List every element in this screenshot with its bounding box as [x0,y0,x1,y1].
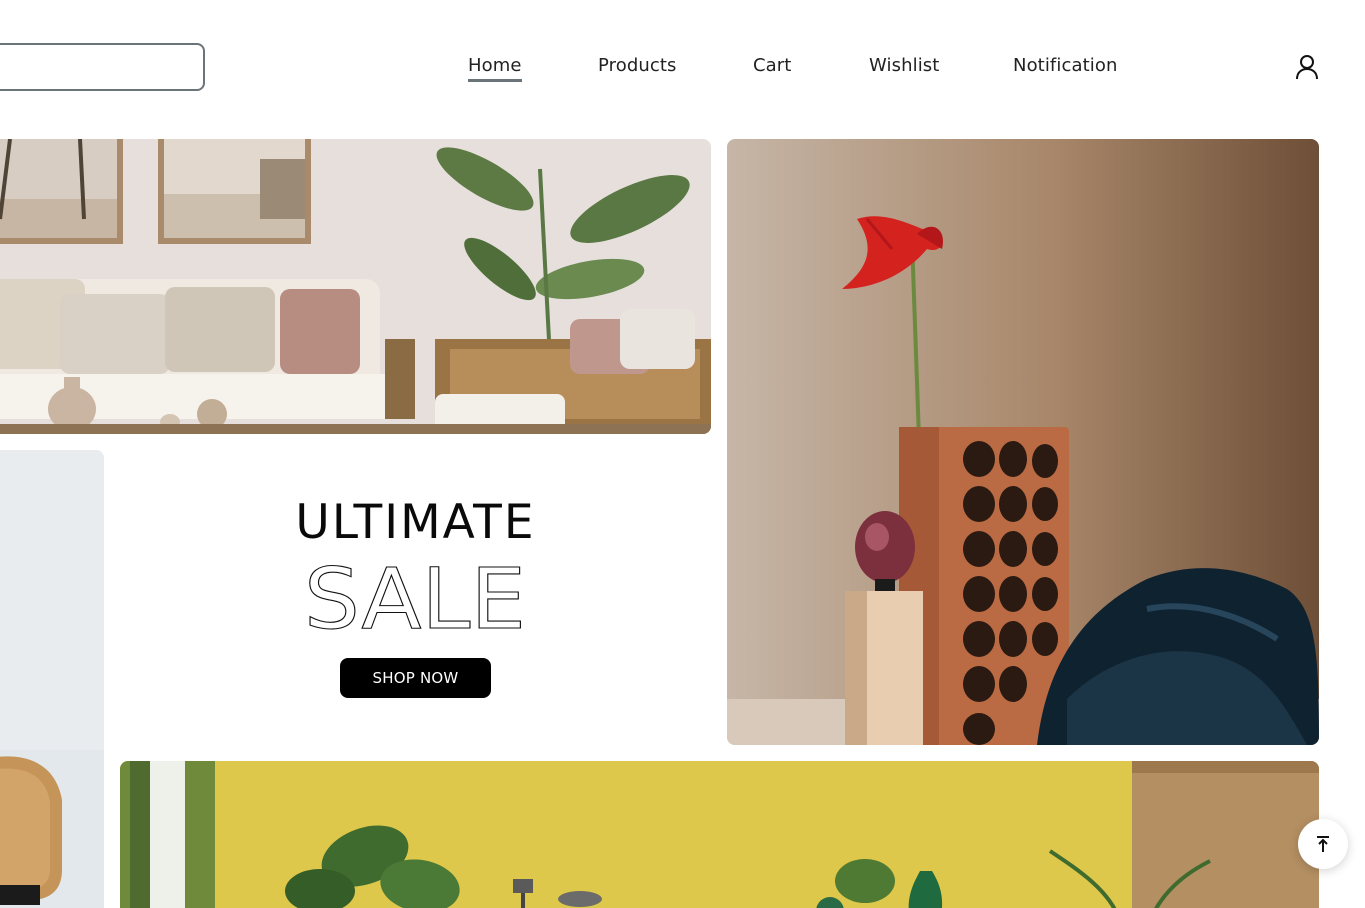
search-input[interactable] [0,43,205,91]
living-room-image[interactable] [0,139,711,434]
nav-home[interactable]: Home [468,55,522,82]
arrow-up-to-line-icon [1317,836,1329,852]
promo-outline-text: SALE [304,550,526,636]
scroll-to-top-button[interactable] [1298,819,1348,869]
user-icon[interactable] [1294,54,1320,80]
nav-notification[interactable]: Notification [1013,55,1117,76]
chair-image[interactable] [0,450,104,908]
yellow-room-image[interactable] [120,761,1319,908]
vase-image[interactable] [727,139,1319,745]
nav-wishlist[interactable]: Wishlist [869,55,939,76]
sale-promo: ULTIMATE SALE SHOP NOW [104,450,727,761]
promo-title: ULTIMATE [295,495,536,550]
nav-products[interactable]: Products [598,55,677,76]
shop-now-button[interactable]: SHOP NOW [340,658,491,698]
nav-cart[interactable]: Cart [753,55,791,76]
promo-subtitle: SALE [300,549,530,648]
